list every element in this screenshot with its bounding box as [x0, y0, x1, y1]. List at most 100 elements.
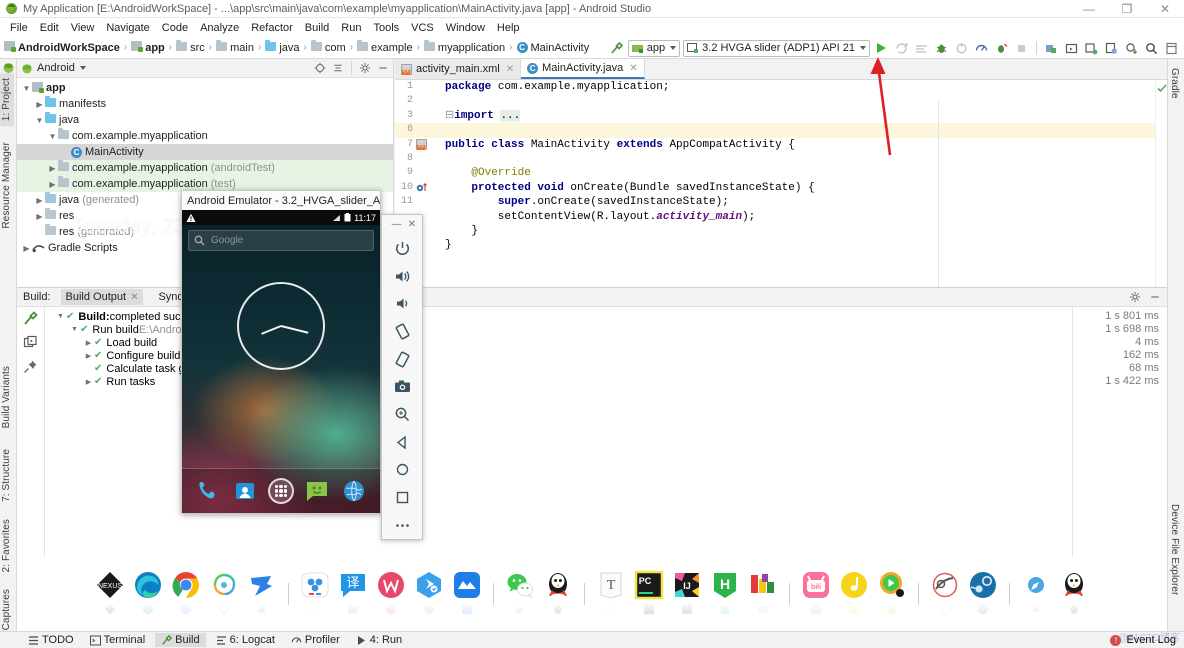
breadcrumb-src[interactable]: src — [176, 39, 205, 54]
rotate-left-icon[interactable] — [388, 318, 416, 346]
menu-refactor[interactable]: Refactor — [245, 21, 299, 35]
hide-panel-icon[interactable] — [377, 62, 389, 74]
dock-item-qq[interactable] — [539, 566, 577, 622]
tab-mainactivity-java[interactable]: C MainActivity.java ✕ — [521, 59, 645, 79]
expand-arrow-icon[interactable] — [21, 84, 32, 93]
build-hammer-icon[interactable] — [608, 40, 625, 57]
sdk-manager-icon[interactable] — [1063, 40, 1080, 57]
tree-item-java[interactable]: java — [17, 112, 393, 128]
menu-tools[interactable]: Tools — [367, 21, 405, 35]
menu-edit[interactable]: Edit — [34, 21, 65, 35]
module-selector[interactable]: app — [627, 39, 681, 57]
device-file-explorer-icon[interactable] — [1103, 40, 1120, 57]
dock-item-steam[interactable] — [964, 566, 1002, 622]
project-structure-icon[interactable] — [1163, 40, 1180, 57]
status-item-logcat[interactable]: 6: Logcat — [210, 633, 281, 647]
build-hammer-icon[interactable] — [23, 311, 38, 326]
profiler-icon[interactable] — [973, 40, 990, 57]
expand-arrow-icon[interactable]: ▼ — [55, 313, 66, 320]
sidebar-item-device-file-explorer[interactable]: Device File Explorer — [1167, 499, 1182, 600]
sidebar-item-resource-manager[interactable]: Resource Manager — [0, 137, 14, 234]
browser-icon[interactable] — [341, 478, 367, 504]
settings-gear-icon[interactable] — [1129, 291, 1141, 303]
close-icon[interactable]: ✕ — [130, 292, 138, 303]
menu-code[interactable]: Code — [156, 21, 194, 35]
tab-build-output[interactable]: Build Output ✕ — [60, 289, 144, 305]
expand-arrow-icon[interactable] — [34, 116, 45, 125]
power-icon[interactable] — [388, 235, 416, 263]
dock-item-bilibili[interactable]: bili — [797, 566, 835, 622]
status-item-build[interactable]: Build — [155, 633, 206, 647]
overview-icon[interactable] — [388, 484, 416, 512]
hide-panel-icon[interactable] — [1149, 291, 1161, 303]
stop-icon[interactable] — [1013, 40, 1030, 57]
menu-run[interactable]: Run — [335, 21, 367, 35]
attach-debugger-icon[interactable] — [953, 40, 970, 57]
expand-arrow-icon[interactable] — [34, 212, 45, 221]
chevron-down-icon[interactable] — [79, 66, 86, 70]
expand-arrow-icon[interactable]: ▶ — [83, 339, 94, 347]
status-item-profiler[interactable]: Profiler — [285, 633, 346, 647]
collapse-all-icon[interactable] — [332, 62, 344, 74]
menu-help[interactable]: Help — [491, 21, 526, 35]
expand-arrow-icon[interactable] — [47, 164, 58, 173]
breadcrumb-example[interactable]: example — [356, 39, 413, 54]
menu-file[interactable]: File — [4, 21, 34, 35]
device-selector[interactable]: 3.2 HVGA slider (ADP1) API 21 — [683, 39, 870, 57]
sidebar-item-structure[interactable]: 7: Structure — [0, 444, 14, 507]
dock-item-wps[interactable] — [372, 566, 410, 622]
home-icon[interactable] — [388, 456, 416, 484]
dock-item-hbuilder[interactable]: H — [706, 566, 744, 622]
menu-analyze[interactable]: Analyze — [194, 21, 245, 35]
volume-down-icon[interactable] — [388, 290, 416, 318]
search-icon[interactable] — [1143, 40, 1160, 57]
emulator-title-bar[interactable]: Android Emulator - 3.2_HVGA_slider_AD... — [181, 190, 381, 210]
menu-build[interactable]: Build — [299, 21, 335, 35]
expand-arrow-icon[interactable]: ▶ — [83, 352, 94, 360]
close-button[interactable]: ✕ — [1146, 0, 1184, 18]
dock-item-tencent-video[interactable] — [873, 566, 911, 622]
expand-arrow-icon[interactable]: ▼ — [69, 326, 80, 333]
screenshot-icon[interactable] — [388, 373, 416, 401]
dock-item-qq-penguin[interactable] — [1055, 566, 1093, 622]
status-item-run[interactable]: 4: Run — [350, 633, 408, 647]
project-view-mode[interactable]: Android — [37, 62, 75, 74]
close-icon[interactable]: ✕ — [629, 63, 637, 74]
expand-arrow-icon[interactable] — [34, 196, 45, 205]
emulator-screen[interactable]: 11:17 Google — [181, 210, 381, 514]
sidebar-item-project[interactable]: 1: Project — [0, 73, 14, 127]
back-icon[interactable] — [388, 428, 416, 456]
status-item-terminal[interactable]: Terminal — [84, 633, 152, 647]
override-method-gutter-icon[interactable] — [413, 182, 435, 193]
run-with-coverage-icon[interactable] — [993, 40, 1010, 57]
sidebar-item-favorites[interactable]: 2: Favorites — [0, 514, 14, 577]
xml-layout-gutter-icon[interactable] — [413, 139, 435, 151]
dock-item-pycharm[interactable]: PC — [630, 566, 668, 622]
dock-item-intellij-idea[interactable]: IJ — [668, 566, 706, 622]
more-icon[interactable] — [388, 511, 416, 539]
menu-view[interactable]: View — [65, 21, 101, 35]
breadcrumb-com[interactable]: com — [310, 39, 346, 54]
dock-item-youdao[interactable]: 译 — [334, 566, 372, 622]
pin-icon[interactable] — [23, 359, 38, 374]
settings-gear-icon[interactable] — [359, 62, 371, 74]
tree-item-manifests[interactable]: manifests — [17, 96, 393, 112]
app-drawer-icon[interactable] — [267, 478, 294, 504]
layout-inspector-icon[interactable] — [1083, 40, 1100, 57]
zoom-icon[interactable] — [388, 401, 416, 429]
breadcrumb-app[interactable]: app — [131, 41, 165, 54]
dock-item-gta[interactable] — [926, 566, 964, 622]
expand-arrow-icon[interactable] — [34, 100, 45, 109]
sync-gradle-icon[interactable] — [1123, 40, 1140, 57]
dock-item-wechat[interactable] — [501, 566, 539, 622]
source-code[interactable]: package com.example.myapplication; ⊟impo… — [439, 80, 1167, 287]
tree-item-package-androidtest[interactable]: com.example.myapplication (androidTest) — [17, 160, 393, 176]
google-search-widget[interactable]: Google — [188, 230, 374, 251]
phone-icon[interactable] — [195, 478, 221, 504]
tab-activity-main-xml[interactable]: activity_main.xml ✕ — [395, 59, 522, 79]
breadcrumb-main[interactable]: main — [216, 39, 254, 54]
rotate-right-icon[interactable] — [388, 345, 416, 373]
dock-item-chrome[interactable] — [167, 566, 205, 622]
maximize-button[interactable]: ❐ — [1108, 0, 1146, 18]
dock-item-baidu-netdisk[interactable] — [296, 566, 334, 622]
